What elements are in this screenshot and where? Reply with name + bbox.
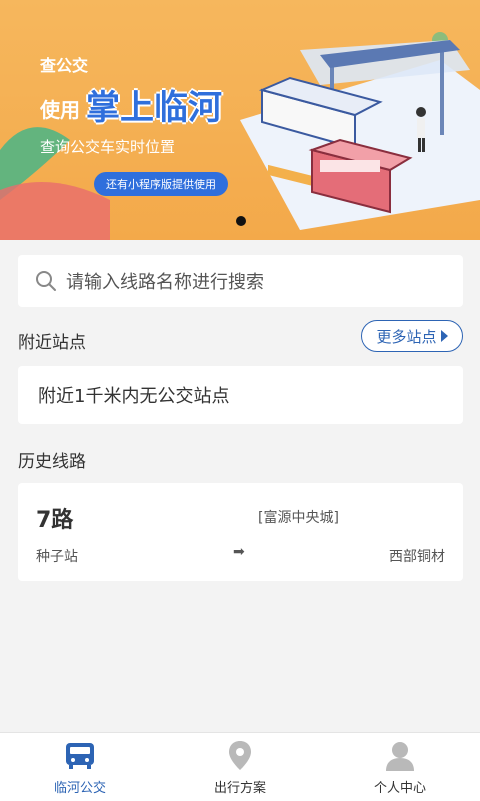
nearby-empty-card: 附近1千米内无公交站点 bbox=[18, 366, 463, 424]
route-direction: [富源中央城] bbox=[258, 510, 339, 526]
route-start-stop: 种子站 bbox=[36, 549, 78, 565]
tab-linhe-bus-label: 临河公交 bbox=[53, 781, 106, 796]
tab-personal-center-label: 个人中心 bbox=[373, 781, 426, 796]
search-icon bbox=[36, 271, 56, 291]
nearby-section-title: 附近站点 bbox=[18, 333, 86, 353]
carousel-indicator-dot[interactable] bbox=[236, 216, 246, 226]
mini-program-pill: 还有小程序版提供使用 bbox=[94, 172, 228, 196]
history-route-card[interactable]: 7路 [富源中央城] 种子站 ➡ 西部铜材 bbox=[18, 483, 463, 581]
more-stations-button[interactable]: 更多站点 bbox=[361, 320, 463, 352]
search-placeholder: 请输入线路名称进行搜索 bbox=[66, 272, 264, 293]
banner-small-title: 查公交 bbox=[40, 56, 89, 75]
tab-trip-plan[interactable]: 出行方案 bbox=[160, 733, 320, 801]
banner-subtitle: 查询公交车实时位置 bbox=[40, 138, 176, 156]
history-section-title: 历史线路 bbox=[18, 452, 86, 472]
arrow-right-icon: ➡ bbox=[233, 544, 245, 560]
route-search-input[interactable]: 请输入线路名称进行搜索 bbox=[18, 255, 463, 307]
tab-trip-plan-label: 出行方案 bbox=[213, 781, 266, 796]
route-name: 7路 bbox=[36, 508, 74, 533]
route-end-stop: 西部铜材 bbox=[389, 549, 445, 565]
banner-brand: 掌上临河 bbox=[86, 88, 222, 128]
bus-icon bbox=[66, 743, 94, 769]
location-pin-icon bbox=[229, 741, 251, 770]
user-icon bbox=[386, 742, 414, 771]
more-stations-label: 更多站点 bbox=[376, 327, 437, 346]
nearby-empty-text: 附近1千米内无公交站点 bbox=[38, 386, 230, 407]
tab-linhe-bus[interactable]: 临河公交 bbox=[0, 733, 160, 801]
chevron-right-icon bbox=[440, 330, 448, 342]
bottom-tab-bar: 临河公交 出行方案 个人中心 bbox=[0, 732, 480, 801]
banner-use-text: 使用 bbox=[40, 98, 80, 122]
promo-banner[interactable]: 查公交 使用 掌上临河 查询公交车实时位置 还有小程序版提供使用 bbox=[0, 0, 480, 240]
tab-personal-center[interactable]: 个人中心 bbox=[320, 733, 480, 801]
